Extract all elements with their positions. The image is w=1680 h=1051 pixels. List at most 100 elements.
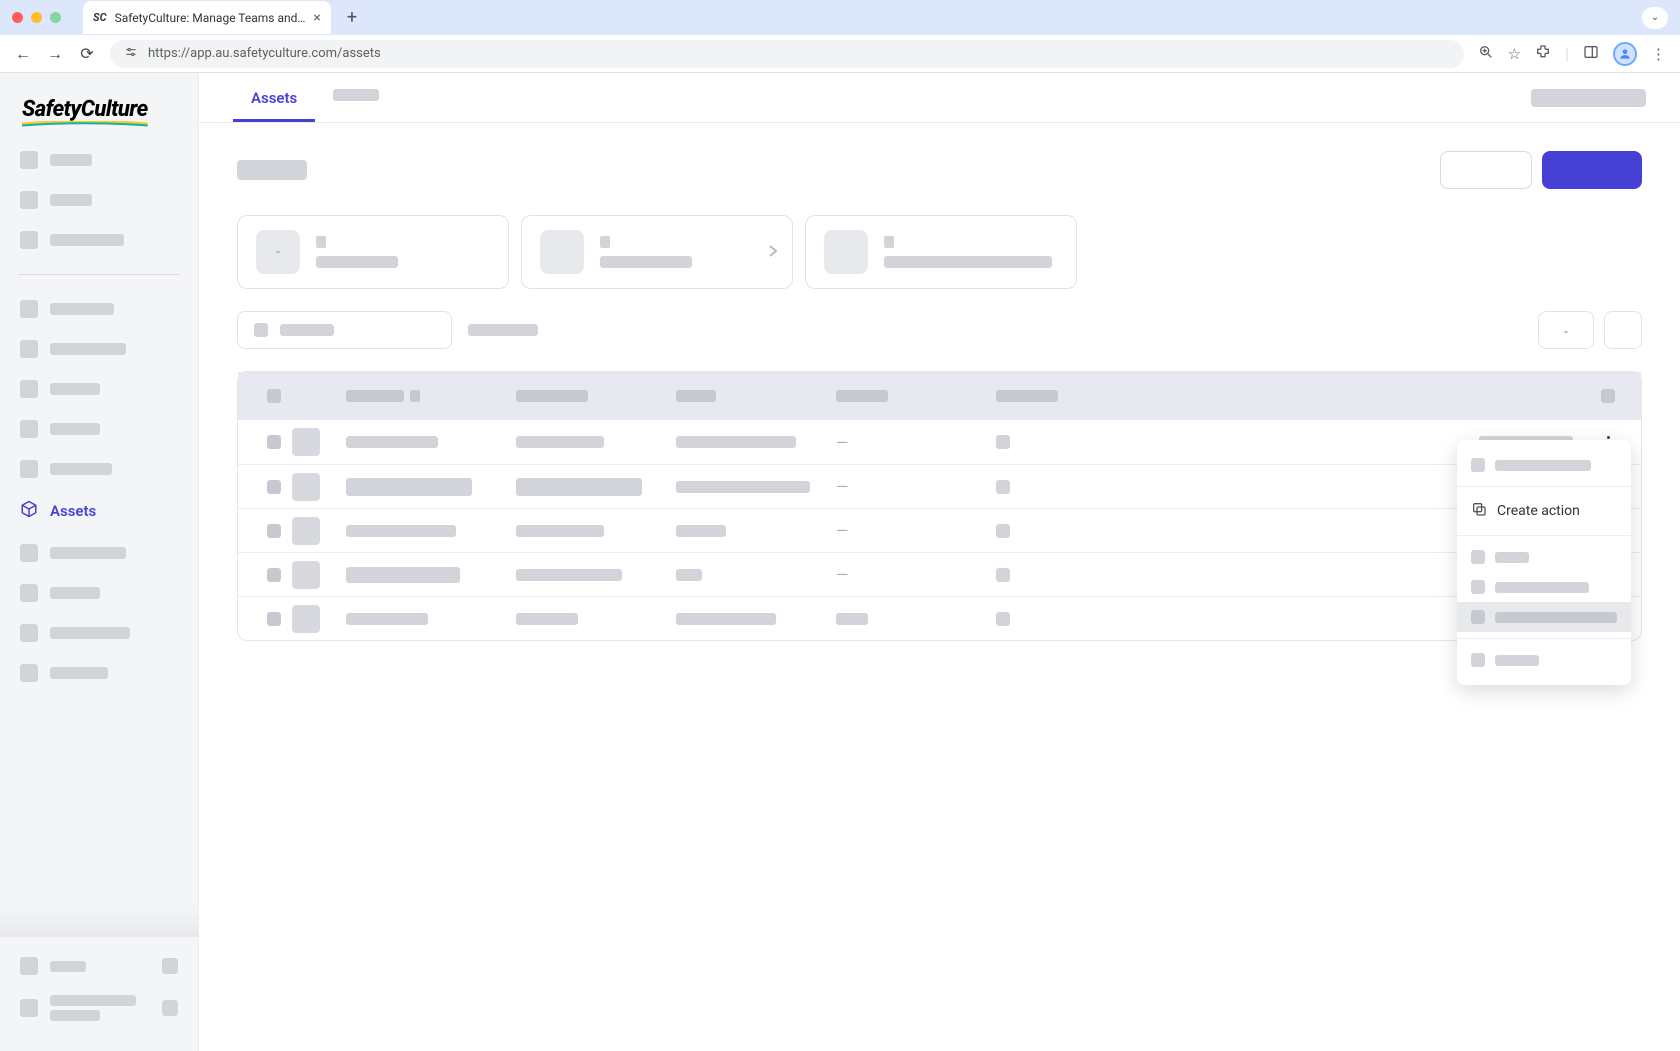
column-config-icon[interactable] [1601, 389, 1615, 403]
settings-icon-button[interactable] [1604, 311, 1642, 349]
nav-item-placeholder[interactable] [12, 573, 186, 613]
page-content: - [199, 123, 1680, 669]
nav-item-placeholder[interactable] [12, 533, 186, 573]
close-window-icon[interactable] [12, 12, 23, 23]
window-controls [12, 12, 61, 23]
site-settings-icon[interactable] [124, 45, 138, 63]
filter-chip[interactable] [468, 324, 538, 336]
table-row[interactable]: — [238, 420, 1641, 464]
row-checkbox[interactable] [267, 524, 281, 538]
browser-toolbar: ← → ⟳ https://app.au.safetyculture.com/a… [0, 35, 1680, 73]
menu-divider [1457, 638, 1631, 639]
nav-item-placeholder[interactable] [12, 449, 186, 489]
nav-item-placeholder[interactable] [12, 409, 186, 449]
sidebar-footer [0, 937, 198, 1051]
column-header[interactable] [346, 390, 516, 402]
app-root: SafetyCulture Assets [0, 73, 1680, 1051]
asset-thumbnail [292, 473, 320, 501]
menu-item-placeholder[interactable] [1457, 602, 1631, 632]
menu-divider [1457, 486, 1631, 487]
view-toggle-button[interactable]: ⌄ [1538, 311, 1594, 349]
page-actions [1440, 151, 1642, 189]
minimize-window-icon[interactable] [31, 12, 42, 23]
primary-button[interactable] [1542, 151, 1642, 189]
row-checkbox[interactable] [267, 612, 281, 626]
table-header-row [238, 372, 1641, 420]
asset-thumbnail [292, 428, 320, 456]
row-checkbox[interactable] [267, 568, 281, 582]
table-row[interactable] [238, 596, 1641, 640]
topbar-action-placeholder[interactable] [1531, 89, 1646, 107]
menu-item-placeholder[interactable] [1457, 542, 1631, 572]
nav-item-label: Assets [50, 502, 96, 520]
column-header[interactable] [996, 390, 1166, 402]
close-tab-icon[interactable]: × [313, 10, 320, 26]
nav-item-placeholder[interactable] [12, 369, 186, 409]
maximize-window-icon[interactable] [50, 12, 61, 23]
menu-item-placeholder[interactable] [1457, 450, 1631, 480]
tab-placeholder[interactable] [315, 75, 397, 121]
column-header[interactable] [836, 390, 996, 402]
tab-assets[interactable]: Assets [233, 75, 315, 121]
menu-item-create-action[interactable]: Create action [1457, 493, 1631, 529]
brand-name: SafetyCulture [22, 97, 148, 122]
reload-button[interactable]: ⟳ [78, 44, 96, 63]
table-row[interactable]: — [238, 464, 1641, 508]
new-tab-button[interactable]: + [341, 7, 363, 28]
nav-item-placeholder[interactable] [12, 140, 186, 180]
column-header[interactable] [516, 390, 676, 402]
nav-item-assets[interactable]: Assets [12, 489, 186, 533]
secondary-button[interactable] [1440, 151, 1532, 189]
summary-card[interactable] [521, 215, 793, 289]
brand-logo[interactable]: SafetyCulture [0, 73, 198, 140]
table-row[interactable]: — [238, 552, 1641, 596]
nav-item-placeholder[interactable] [12, 220, 186, 260]
empty-value: — [836, 477, 849, 496]
sidebar-footer-item[interactable] [12, 985, 186, 1031]
select-all-checkbox[interactable] [267, 389, 281, 403]
summary-card[interactable] [805, 215, 1077, 289]
table-row[interactable]: — [238, 508, 1641, 552]
menu-item-label: Create action [1497, 503, 1580, 519]
sidebar-footer-item[interactable] [12, 947, 186, 985]
tab-strip: SC SafetyCulture: Manage Teams and… × + … [0, 0, 1680, 35]
favicon-icon: SC [93, 11, 107, 24]
back-button[interactable]: ← [14, 44, 32, 64]
nav-item-placeholder[interactable] [12, 289, 186, 329]
card-value [316, 236, 326, 248]
topbar: Assets [199, 73, 1680, 123]
kebab-menu-icon[interactable]: ⋮ [1651, 45, 1666, 63]
card-thumb: - [256, 230, 300, 274]
nav-item-placeholder[interactable] [12, 180, 186, 220]
chevron-right-icon [768, 243, 778, 262]
forward-button[interactable]: → [46, 44, 64, 64]
browser-tab[interactable]: SC SafetyCulture: Manage Teams and… × [83, 1, 331, 34]
row-context-menu: Create action [1457, 440, 1631, 685]
tab-label: Assets [251, 89, 297, 107]
page-header [237, 151, 1642, 189]
nav-secondary: Assets [0, 289, 198, 693]
tab-list-dropdown[interactable]: ⌄ [1642, 7, 1668, 29]
asset-thumbnail [292, 517, 320, 545]
create-action-icon [1471, 501, 1487, 521]
browser-chrome: SC SafetyCulture: Manage Teams and… × + … [0, 0, 1680, 73]
column-header[interactable] [676, 390, 836, 402]
row-checkbox[interactable] [267, 435, 281, 449]
filter-dropdown[interactable] [237, 311, 452, 349]
menu-item-placeholder[interactable] [1457, 645, 1631, 675]
zoom-icon[interactable] [1478, 44, 1494, 64]
row-checkbox[interactable] [267, 480, 281, 494]
nav-primary [0, 140, 198, 260]
address-bar[interactable]: https://app.au.safetyculture.com/assets [110, 40, 1464, 68]
cube-icon [20, 500, 38, 522]
menu-item-placeholder[interactable] [1457, 572, 1631, 602]
nav-item-placeholder[interactable] [12, 653, 186, 693]
nav-item-placeholder[interactable] [12, 329, 186, 369]
nav-item-placeholder[interactable] [12, 613, 186, 653]
summary-card[interactable]: - [237, 215, 509, 289]
extensions-icon[interactable] [1535, 44, 1551, 64]
profile-avatar[interactable] [1613, 42, 1637, 66]
bookmark-star-icon[interactable]: ☆ [1508, 45, 1521, 63]
menu-divider [1457, 535, 1631, 536]
side-panel-icon[interactable] [1583, 44, 1599, 64]
